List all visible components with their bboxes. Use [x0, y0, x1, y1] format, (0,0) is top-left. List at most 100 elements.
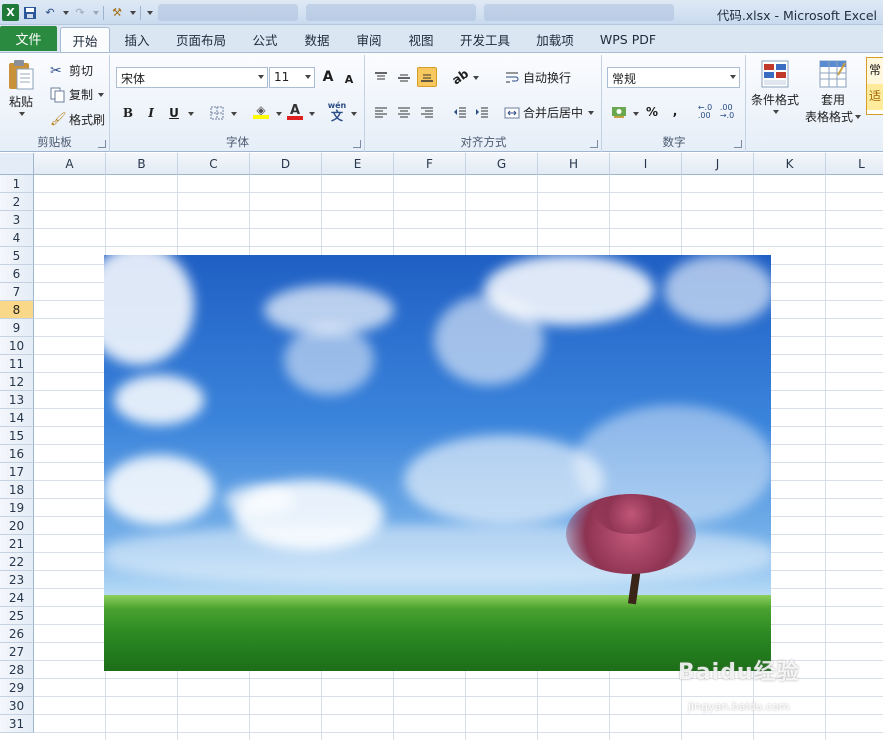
conditional-formatting-dropdown-icon[interactable]	[773, 110, 779, 114]
row-header-9[interactable]: 9	[0, 319, 34, 337]
cell-style-neutral[interactable]: 适	[867, 84, 883, 110]
row-header-28[interactable]: 28	[0, 661, 34, 679]
copy-button[interactable]: 复制	[50, 86, 105, 103]
clipboard-launcher-icon[interactable]	[98, 140, 106, 148]
font-color-dropdown-icon[interactable]	[309, 112, 315, 116]
decrease-indent-button[interactable]	[450, 102, 470, 122]
fill-color-dropdown-icon[interactable]	[276, 112, 282, 116]
tab-wps-pdf[interactable]: WPS PDF	[591, 27, 665, 52]
font-name-combo[interactable]: 宋体	[116, 67, 268, 88]
font-size-combo[interactable]: 11	[269, 67, 315, 88]
alignment-launcher-icon[interactable]	[590, 140, 598, 148]
row-header-27[interactable]: 27	[0, 643, 34, 661]
shrink-font-button[interactable]: A	[339, 69, 359, 89]
row-header-7[interactable]: 7	[0, 283, 34, 301]
row-header-3[interactable]: 3	[0, 211, 34, 229]
column-header-b[interactable]: B	[106, 153, 178, 175]
borders-button[interactable]	[207, 103, 227, 123]
fill-color-button[interactable]: ◈	[251, 101, 271, 121]
column-header-k[interactable]: K	[754, 153, 826, 175]
conditional-formatting-button[interactable]: 条件格式	[751, 59, 799, 114]
tab-page-layout[interactable]: 页面布局	[166, 27, 236, 52]
row-header-22[interactable]: 22	[0, 553, 34, 571]
wrap-text-button[interactable]: 自动换行	[504, 69, 571, 86]
excel-icon[interactable]: X	[2, 4, 19, 21]
accounting-dropdown-icon[interactable]	[633, 112, 639, 116]
phonetic-dropdown-icon[interactable]	[351, 112, 357, 116]
redo-icon[interactable]: ↷	[71, 4, 89, 22]
qat-more-icon[interactable]	[147, 10, 153, 15]
align-top-button[interactable]	[371, 67, 391, 87]
row-header-30[interactable]: 30	[0, 697, 34, 715]
row-header-24[interactable]: 24	[0, 589, 34, 607]
row-header-10[interactable]: 10	[0, 337, 34, 355]
align-left-button[interactable]	[371, 102, 391, 122]
font-color-button[interactable]: A	[285, 101, 305, 121]
tab-home[interactable]: 开始	[60, 27, 110, 52]
row-header-25[interactable]: 25	[0, 607, 34, 625]
column-header-f[interactable]: F	[394, 153, 466, 175]
accounting-format-button[interactable]	[609, 102, 629, 122]
number-format-dropdown-icon[interactable]	[730, 75, 736, 79]
tab-view[interactable]: 视图	[399, 27, 443, 52]
underline-button[interactable]: U	[164, 103, 184, 123]
tab-file[interactable]: 文件	[0, 26, 57, 51]
font-size-dropdown-icon[interactable]	[305, 75, 311, 79]
align-right-button[interactable]	[417, 102, 437, 122]
row-header-18[interactable]: 18	[0, 481, 34, 499]
row-header-13[interactable]: 13	[0, 391, 34, 409]
font-name-dropdown-icon[interactable]	[258, 75, 264, 79]
number-launcher-icon[interactable]	[734, 140, 742, 148]
tab-review[interactable]: 审阅	[347, 27, 391, 52]
row-header-11[interactable]: 11	[0, 355, 34, 373]
column-header-c[interactable]: C	[178, 153, 250, 175]
format-as-table-dropdown-icon[interactable]	[855, 114, 862, 119]
select-all-corner[interactable]	[0, 153, 34, 175]
bold-button[interactable]: B	[118, 103, 138, 123]
customize-dropdown-icon[interactable]	[130, 10, 136, 15]
tab-addins[interactable]: 加载项	[527, 27, 583, 52]
orientation-button[interactable]: ab	[449, 66, 471, 87]
row-header-21[interactable]: 21	[0, 535, 34, 553]
grow-font-button[interactable]: A	[318, 67, 338, 87]
row-header-6[interactable]: 6	[0, 265, 34, 283]
tab-developer[interactable]: 开发工具	[451, 27, 519, 52]
customize-tool-icon[interactable]: ⚒	[108, 4, 126, 22]
undo-dropdown-icon[interactable]	[63, 10, 69, 15]
row-header-31[interactable]: 31	[0, 715, 34, 733]
cell-styles-gallery[interactable]: 常 适	[866, 57, 883, 115]
orientation-dropdown-icon[interactable]	[473, 76, 479, 80]
paste-button[interactable]: 粘贴	[6, 59, 36, 116]
column-header-d[interactable]: D	[250, 153, 322, 175]
merge-center-dropdown-icon[interactable]	[588, 110, 595, 115]
inserted-landscape-picture[interactable]	[104, 255, 771, 671]
comma-button[interactable]: ,	[665, 101, 685, 121]
percent-button[interactable]: %	[642, 102, 662, 122]
cell-style-normal[interactable]: 常	[867, 58, 883, 84]
italic-button[interactable]: I	[141, 103, 161, 123]
undo-icon[interactable]: ↶	[41, 4, 59, 22]
row-header-4[interactable]: 4	[0, 229, 34, 247]
column-header-g[interactable]: G	[466, 153, 538, 175]
column-header-l[interactable]: L	[826, 153, 883, 175]
row-header-19[interactable]: 19	[0, 499, 34, 517]
row-header-16[interactable]: 16	[0, 445, 34, 463]
row-header-8[interactable]: 8	[0, 301, 34, 319]
row-header-14[interactable]: 14	[0, 409, 34, 427]
row-header-2[interactable]: 2	[0, 193, 34, 211]
save-icon[interactable]	[21, 4, 39, 22]
row-header-15[interactable]: 15	[0, 427, 34, 445]
row-header-17[interactable]: 17	[0, 463, 34, 481]
font-launcher-icon[interactable]	[353, 140, 361, 148]
align-bottom-button[interactable]	[417, 67, 437, 87]
paste-dropdown-icon[interactable]	[19, 112, 25, 116]
borders-dropdown-icon[interactable]	[231, 112, 237, 116]
column-header-a[interactable]: A	[34, 153, 106, 175]
align-center-button[interactable]	[394, 102, 414, 122]
phonetic-button[interactable]: wén 文	[327, 101, 347, 122]
copy-dropdown-icon[interactable]	[98, 92, 105, 97]
decrease-decimal-button[interactable]: .00 →.0	[717, 102, 737, 122]
column-header-h[interactable]: H	[538, 153, 610, 175]
column-header-e[interactable]: E	[322, 153, 394, 175]
align-middle-button[interactable]	[394, 67, 414, 87]
